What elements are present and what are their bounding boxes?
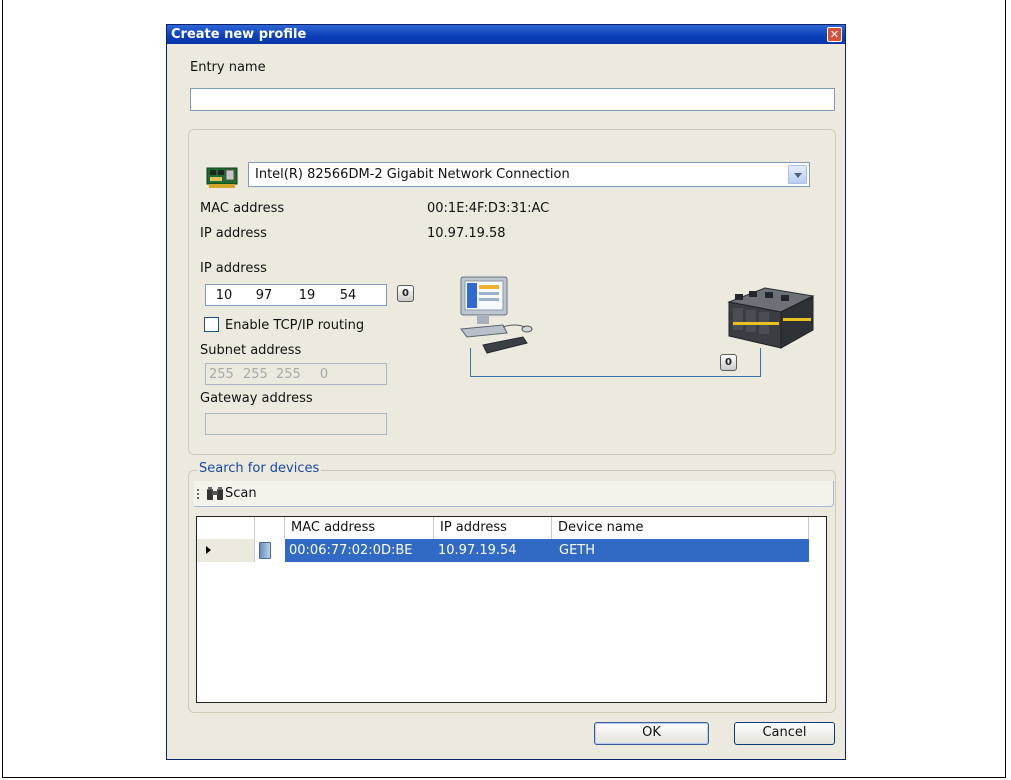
- subnet-address-label: Subnet address: [200, 343, 302, 358]
- scan-label: Scan: [225, 486, 257, 501]
- plc-device-icon: [727, 287, 815, 349]
- entry-name-input[interactable]: [190, 88, 835, 111]
- create-profile-dialog: Create new profile ✕ Entry name Intel(R)…: [166, 24, 846, 760]
- scan-button[interactable]: Scan: [206, 484, 268, 504]
- mac-address-value: 00:1E:4F:D3:31:AC: [427, 201, 550, 216]
- title-bar[interactable]: Create new profile ✕: [167, 25, 845, 44]
- column-header-device-name[interactable]: Device name: [552, 517, 809, 539]
- adapter-ip-label: IP address: [200, 226, 267, 241]
- mac-address-label: MAC address: [200, 201, 285, 216]
- cell-ip: 10.97.19.54: [438, 543, 517, 558]
- gateway-address-label: Gateway address: [200, 391, 313, 406]
- ok-button[interactable]: OK: [594, 722, 709, 745]
- enable-routing-label: Enable TCP/IP routing: [225, 318, 365, 333]
- close-icon[interactable]: ✕: [827, 27, 842, 42]
- gateway-address-field: [205, 413, 387, 435]
- search-toolbar: Scan: [194, 481, 834, 507]
- row-header-column: [197, 517, 255, 539]
- subnet-address-field: 255 255 255 0: [205, 363, 387, 385]
- device-badge[interactable]: 0: [720, 354, 737, 371]
- cell-device-name: GETH: [559, 543, 596, 558]
- column-header-mac[interactable]: MAC address: [285, 517, 434, 539]
- search-devices-legend: Search for devices: [197, 461, 322, 476]
- column-header-ip[interactable]: IP address: [434, 517, 552, 539]
- ip-address-label: IP address: [200, 261, 267, 276]
- chevron-down-icon[interactable]: [788, 165, 807, 184]
- icon-column-header: [255, 517, 285, 539]
- device-icon: [259, 542, 271, 559]
- dialog-title: Create new profile: [171, 27, 307, 42]
- cell-mac: 00:06:77:02:0D:BE: [289, 543, 413, 558]
- adapter-ip-value: 10.97.19.58: [427, 226, 506, 241]
- devices-table[interactable]: MAC address IP address Device name 00:06…: [196, 516, 827, 703]
- adapter-selected-value: Intel(R) 82566DM-2 Gigabit Network Conne…: [255, 167, 570, 182]
- reset-ip-button[interactable]: 0: [397, 285, 414, 302]
- network-card-icon: [206, 167, 238, 188]
- adapter-select[interactable]: Intel(R) 82566DM-2 Gigabit Network Conne…: [248, 162, 810, 187]
- cancel-button[interactable]: Cancel: [734, 722, 835, 745]
- binoculars-icon: [207, 487, 223, 500]
- row-selector-icon[interactable]: [197, 539, 255, 562]
- toolbar-grip-icon[interactable]: [197, 489, 199, 500]
- entry-name-label: Entry name: [190, 60, 266, 75]
- enable-routing-checkbox[interactable]: [204, 317, 219, 332]
- network-connection-line: [470, 348, 761, 377]
- ip-address-field[interactable]: 10 97 19 54: [205, 284, 387, 306]
